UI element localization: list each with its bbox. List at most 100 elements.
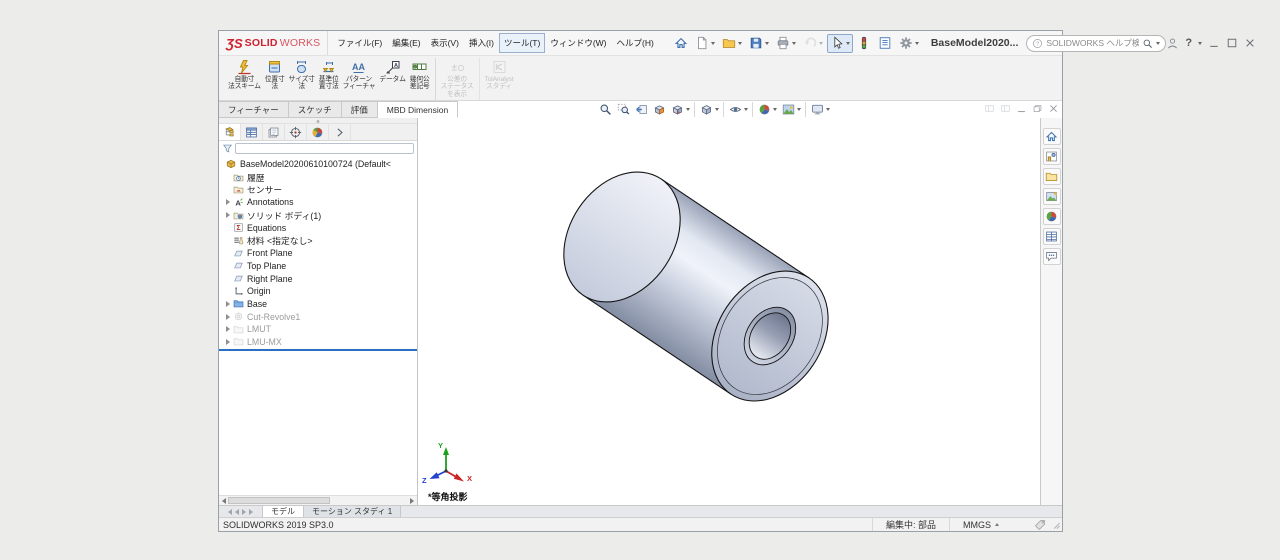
doc-window-control-icon[interactable]	[984, 103, 995, 114]
doc-window-control-icon[interactable]	[1016, 103, 1027, 114]
headsup-button[interactable]	[597, 102, 614, 117]
tree-item[interactable]: Σ Equations	[219, 221, 417, 234]
search-input[interactable]	[1046, 38, 1139, 48]
help-search-box[interactable]: ?	[1026, 35, 1166, 52]
expand-arrow-icon[interactable]	[223, 209, 233, 222]
next-tab-icon[interactable]	[242, 509, 246, 515]
tree-item[interactable]: Right Plane	[219, 272, 417, 285]
login-icon[interactable]	[1166, 37, 1179, 50]
first-tab-icon[interactable]	[228, 509, 232, 515]
menu-item[interactable]: 表示(V)	[426, 33, 464, 53]
scroll-right-icon[interactable]	[410, 498, 414, 504]
model-tab[interactable]: モーション スタディ 1	[304, 506, 401, 517]
headsup-button[interactable]	[756, 102, 779, 117]
menu-item[interactable]: 編集(E)	[387, 33, 425, 53]
headsup-button[interactable]	[780, 102, 806, 117]
doc-window-control-icon[interactable]	[1000, 103, 1011, 114]
expand-arrow-icon[interactable]	[223, 196, 233, 209]
menu-item[interactable]: ヘルプ(H)	[612, 33, 659, 53]
tree-item[interactable]: LMUT	[219, 323, 417, 336]
taskpane-button[interactable]	[1043, 148, 1061, 165]
expand-arrow-icon[interactable]	[223, 221, 233, 234]
help-button[interactable]: ?	[1185, 37, 1192, 49]
ribbon-button[interactable]: TolAnalyst スタディ	[483, 58, 516, 100]
doc-window-control-icon[interactable]	[1032, 103, 1043, 114]
menu-item[interactable]: ツール(T)	[499, 33, 545, 53]
headsup-button[interactable]	[809, 102, 832, 117]
tree-item[interactable]: Origin	[219, 285, 417, 298]
ribbon-button[interactable]: ± 公差の ステータス を表示	[439, 58, 480, 100]
featuremanager-tab[interactable]	[307, 124, 329, 140]
ribbon-button[interactable]: A データム	[377, 58, 407, 100]
taskpane-button[interactable]	[1043, 168, 1061, 185]
help-caret-icon[interactable]	[1198, 42, 1202, 45]
scroll-thumb[interactable]	[228, 497, 330, 504]
qat-button[interactable]	[746, 34, 772, 53]
featuremanager-tab[interactable]	[241, 124, 263, 140]
tree-filter-input[interactable]	[235, 143, 414, 154]
expand-arrow-icon[interactable]	[223, 310, 233, 323]
qat-button[interactable]	[827, 34, 853, 53]
maximize-icon[interactable]	[1226, 37, 1238, 49]
headsup-button[interactable]: A	[669, 102, 695, 117]
featuremanager-tab[interactable]	[263, 124, 285, 140]
expand-arrow-icon[interactable]	[223, 234, 233, 247]
expand-arrow-icon[interactable]	[223, 183, 233, 196]
scroll-left-icon[interactable]	[222, 498, 226, 504]
model-tab[interactable]: モデル	[263, 506, 304, 517]
doc-window-control-icon[interactable]	[1048, 103, 1059, 114]
headsup-button[interactable]	[698, 102, 724, 117]
minimize-icon[interactable]	[1208, 37, 1220, 49]
headsup-button[interactable]	[633, 102, 650, 117]
tree-item[interactable]: Cut-Revolve1	[219, 310, 417, 323]
featuremanager-tab[interactable]	[285, 124, 307, 140]
search-caret-icon[interactable]	[1156, 42, 1160, 45]
menu-item[interactable]: ファイル(F)	[332, 33, 387, 53]
command-tab[interactable]: MBD Dimension	[378, 101, 458, 118]
expand-arrow-icon[interactable]	[223, 247, 233, 260]
taskpane-button[interactable]	[1043, 228, 1061, 245]
expand-arrow-icon[interactable]	[223, 260, 233, 273]
headsup-button[interactable]	[615, 102, 632, 117]
tab-navigation-buttons[interactable]	[219, 506, 263, 517]
qat-button[interactable]	[692, 34, 718, 53]
qat-button[interactable]	[671, 34, 691, 53]
resize-grip-icon[interactable]	[1050, 519, 1061, 530]
tree-item[interactable]: LMU-MX	[219, 336, 417, 349]
tree-horizontal-scrollbar[interactable]	[219, 495, 417, 505]
cylinder-model[interactable]	[418, 118, 1040, 505]
taskpane-button[interactable]	[1043, 128, 1061, 145]
rollback-bar[interactable]	[219, 349, 417, 351]
expand-arrow-icon[interactable]	[223, 171, 233, 184]
expand-arrow-icon[interactable]	[223, 323, 233, 336]
tree-item[interactable]: 材料 <指定なし>	[219, 234, 417, 247]
tree-root-item[interactable]: BaseModel20200610100724 (Default<	[219, 158, 417, 171]
expand-arrow-icon[interactable]	[223, 272, 233, 285]
qat-button[interactable]	[854, 34, 874, 53]
search-icon[interactable]	[1142, 38, 1153, 49]
menu-item[interactable]: ウィンドウ(W)	[545, 33, 611, 53]
taskpane-button[interactable]	[1043, 208, 1061, 225]
prev-tab-icon[interactable]	[235, 509, 239, 515]
unit-system-selector[interactable]: MMGS	[949, 518, 1012, 531]
taskpane-button[interactable]	[1043, 248, 1061, 265]
command-tab[interactable]: 評価	[342, 101, 378, 118]
ribbon-button[interactable]: AA パターン フィーチャ	[341, 58, 378, 100]
tree-item[interactable]: ソリッド ボディ(1)	[219, 209, 417, 222]
last-tab-icon[interactable]	[249, 509, 253, 515]
expand-arrow-icon[interactable]	[223, 336, 233, 349]
command-tab[interactable]: フィーチャー	[219, 101, 289, 118]
close-icon[interactable]	[1244, 37, 1256, 49]
taskpane-button[interactable]	[1043, 188, 1061, 205]
featuremanager-tab[interactable]	[329, 124, 351, 140]
menu-item[interactable]: 挿入(I)	[464, 33, 499, 53]
qat-button[interactable]	[875, 34, 895, 53]
ribbon-button[interactable]: サイズ寸 法	[287, 58, 317, 100]
expand-arrow-icon[interactable]	[223, 285, 233, 298]
command-tab[interactable]: スケッチ	[289, 101, 342, 118]
tree-item[interactable]: 履歴	[219, 171, 417, 184]
ribbon-button[interactable]: 基準位 置寸法	[317, 58, 341, 100]
tree-item[interactable]: センサー	[219, 183, 417, 196]
graphics-viewport[interactable]: Y X Z *等角投影	[418, 118, 1040, 505]
panel-splitter[interactable]	[219, 118, 417, 124]
